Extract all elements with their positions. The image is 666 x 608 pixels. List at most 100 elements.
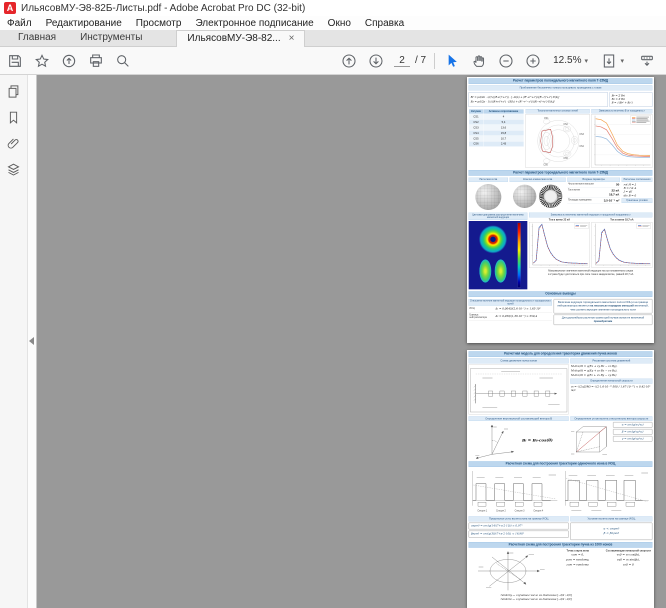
zoom-out-icon	[498, 53, 514, 69]
scheme-title: Схема движения пучка ионов	[469, 358, 569, 363]
zoom-dropdown-caret-icon[interactable]: ▾	[584, 57, 588, 65]
mesh-sphere-image	[475, 184, 501, 210]
limit-formula: βпред = arctg(30/(7+π·2·10)) ≈ 16,98°	[469, 531, 569, 538]
toolbar-hide-button[interactable]	[638, 52, 656, 70]
topology-label-cs3: CS3	[579, 134, 584, 136]
topology-label-cs6: CS6	[543, 165, 548, 167]
velocity-box-sketch	[570, 422, 610, 458]
zoom-out-button[interactable]	[497, 52, 515, 70]
v0-formula: v₀ = √(2qU/M) = √(2·1,6·10⁻¹⁹·500 / 1,67…	[570, 383, 652, 394]
menu-view[interactable]: Просмотр	[129, 18, 189, 29]
sphere-diagram	[469, 549, 552, 592]
previous-page-button[interactable]	[340, 52, 358, 70]
pulse-diagram-left: Секция 1 Секция 2 Секция 3 Секция 4	[469, 468, 560, 515]
limits-title: Предельные углы вылета иона на границе И…	[469, 516, 569, 521]
menu-window[interactable]: Окно	[321, 18, 358, 29]
acrobat-logo-icon: A	[4, 2, 16, 14]
favorite-button[interactable]	[33, 52, 51, 70]
share-button[interactable]	[60, 52, 78, 70]
save-icon	[7, 53, 23, 69]
topology-title: Топология магнитных силовых линий	[526, 109, 590, 113]
menu-help[interactable]: Справка	[358, 18, 411, 29]
zoom-level-value[interactable]: 12.5%	[553, 55, 581, 66]
tab-home[interactable]: Главная	[6, 30, 68, 46]
motion-equation: M·dvy/dt = q(Ey + vz·Bx − vx·Bz),	[571, 369, 652, 373]
topology-label-cs5: CS5	[563, 158, 568, 160]
navigation-sidebar	[0, 75, 28, 608]
tab-document[interactable]: ИльясовМУ-Э8-82... ×	[176, 30, 305, 47]
page-thumbnails-button[interactable]	[5, 82, 23, 100]
bz-formula: Bᵢ = B₀·cos(θ)	[522, 438, 553, 443]
panel-collapse-arrow-icon[interactable]	[29, 337, 34, 345]
chart-induction-187ka	[592, 222, 652, 267]
page-mode-caret-icon[interactable]: ▾	[620, 57, 624, 65]
menu-bar: Файл Редактирование Просмотр Электронное…	[0, 16, 666, 30]
search-button[interactable]	[114, 52, 132, 70]
heatmap-oval	[479, 259, 491, 282]
p1-section2-title: Расчет параметров тороидального магнитно…	[469, 170, 653, 176]
page-display-mode-button[interactable]	[600, 52, 618, 70]
velocity-formula: vy0 = v₀·sin(β₀),	[604, 558, 652, 562]
layers-icon	[6, 162, 21, 177]
select-tool-icon	[444, 53, 460, 69]
tab-close-icon[interactable]: ×	[289, 34, 295, 44]
fem-title: Конечно-элементная сетка	[510, 178, 566, 182]
page-up-icon	[341, 53, 357, 69]
p1-subtitle: Приближение бесконечно тонкого кольцевог…	[469, 85, 653, 90]
title-bar: A ИльясовМУ-Э8-82Б-Листы.pdf - Adobe Acr…	[0, 0, 666, 16]
pdf-page-2: Расчетная модель для определения траекто…	[467, 350, 654, 608]
fem-sphere-image	[513, 185, 536, 208]
exit-title: Условие вылета иона на границе ИОЦ	[570, 516, 652, 521]
conclusion-box-2: Для дальнейших расчетов траекторий пучко…	[554, 315, 653, 326]
p1-formula-bz: Bz = μ₀I/2π · 1/√((R+r)²+z²) · [K(k) + (…	[471, 100, 560, 103]
attachments-icon	[6, 136, 21, 151]
tab-tools[interactable]: Инструменты	[68, 30, 154, 46]
heatmap-flower	[478, 224, 509, 255]
zoom-in-icon	[525, 53, 541, 69]
menu-file[interactable]: Файл	[0, 18, 39, 29]
pdf-page-1: Расчет параметров полоидального магнитно…	[467, 77, 654, 343]
print-button[interactable]	[87, 52, 105, 70]
start-formula: xст = 0,	[554, 553, 602, 557]
chart-induction-22ka	[529, 222, 589, 267]
single-ion-title: Расчетная схема для построения траектори…	[469, 461, 653, 467]
zoom-in-button[interactable]	[524, 52, 542, 70]
attachments-button[interactable]	[5, 134, 23, 152]
menu-esign[interactable]: Электронное подписание	[188, 18, 320, 29]
relation-formula: div B = 0	[624, 194, 651, 198]
topology-label-cs2: CS2	[563, 124, 568, 126]
layers-button[interactable]	[5, 160, 23, 178]
bookmarks-icon	[6, 110, 21, 125]
topology-plot: CS1 CS2 CS3 CS4 CS5 CS6	[526, 114, 589, 167]
hand-tool-button[interactable]	[470, 52, 488, 70]
induction-heatmap	[469, 221, 528, 289]
ratio-formula: Δ₁ = 0,0043/(2,6·10⁻⁵) ≈ 1,65·10²	[495, 307, 540, 311]
panel-gutter	[28, 75, 37, 608]
motion-equation: M·dvx/dt = q(Ex + vy·Bz − vz·By),	[571, 365, 652, 369]
angle-formula: α = arctg(vx/vz)	[613, 422, 652, 428]
p1-formula-br: Br = μ₀I/2π · z/(r√((R+r)²+z²)) · [−K(k)…	[471, 96, 560, 99]
page-number-input[interactable]: 2	[394, 55, 410, 67]
angles-title: Определение углов вылета относительно ве…	[570, 416, 652, 421]
beam-title: Расчетная схема для построения траектори…	[469, 542, 653, 548]
select-tool-button[interactable]	[443, 52, 461, 70]
velocity-title: Составляющие начальной скорости	[604, 549, 652, 552]
conclusion-box-1: Величина индукции тороидального магнитно…	[554, 299, 653, 313]
chart-legend	[631, 115, 651, 124]
heatmap-oval	[495, 259, 507, 282]
share-icon	[61, 53, 77, 69]
angle-formula: β = arctg(vy/vz)	[613, 429, 652, 435]
section-label: Секция 4	[533, 511, 544, 513]
tab-document-label: ИльясовМУ-Э8-82...	[187, 33, 280, 44]
topology-label-cs1: CS1	[544, 118, 549, 120]
document-canvas[interactable]: Расчет параметров полоидального магнитно…	[37, 75, 666, 608]
angle-formula: γ = arctg(vy/vx)	[613, 436, 652, 442]
save-button[interactable]	[6, 52, 24, 70]
pulse-diagram-right	[561, 468, 651, 515]
menu-edit[interactable]: Редактирование	[39, 18, 129, 29]
next-page-button[interactable]	[367, 52, 385, 70]
bookmarks-button[interactable]	[5, 108, 23, 126]
toolbar: 2 / 7 12.5% ▾ ▾	[0, 47, 666, 75]
page-scroll-mode-icon	[601, 53, 617, 69]
print-icon	[88, 53, 104, 69]
